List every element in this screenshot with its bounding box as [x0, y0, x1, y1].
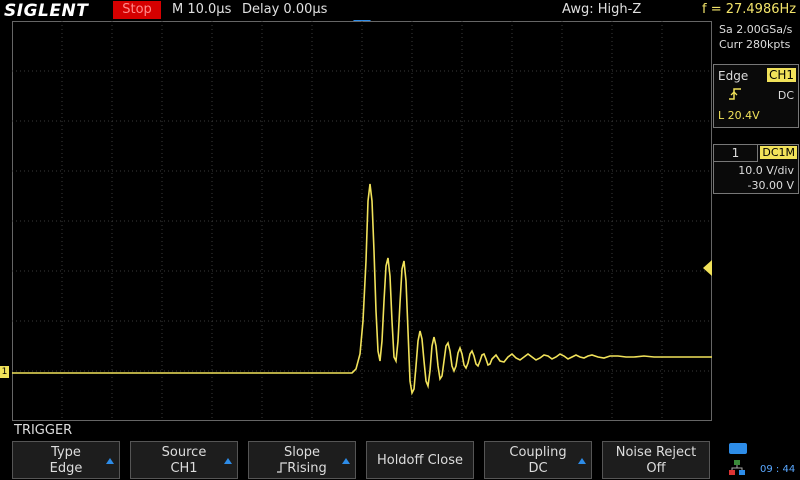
arrow-up-icon [342, 458, 350, 464]
trigger-source-badge: CH1 [766, 68, 796, 82]
channel-offset: -30.00 V [747, 179, 794, 192]
delay-readout[interactable]: Delay 0.00µs [242, 2, 327, 17]
channel1-info-panel[interactable]: 1 DC1M 10.0 V/div -30.00 V [713, 144, 799, 194]
channel-coupling-badge: DC1M [760, 146, 797, 159]
network-icon [729, 460, 745, 475]
menu-title: TRIGGER [14, 423, 73, 438]
awg-impedance-readout: Awg: High-Z [562, 2, 642, 17]
timebase-readout[interactable]: M 10.0µs [172, 2, 231, 17]
arrow-up-icon [106, 458, 114, 464]
rising-edge-icon [277, 462, 288, 473]
channel1-ground-marker-icon[interactable]: 1 [0, 366, 9, 378]
softkey-slope[interactable]: Slope Rising [248, 441, 356, 479]
rising-edge-icon [729, 88, 741, 100]
top-status-bar: SIGLENT Stop M 10.0µs Delay 0.00µs Awg: … [0, 0, 800, 21]
channel-number: 1 [714, 145, 758, 162]
trigger-type-label: Edge [718, 69, 749, 83]
arrow-up-icon [578, 458, 586, 464]
arrow-up-icon [224, 458, 232, 464]
trigger-coupling-label: DC [777, 89, 794, 102]
battery-icon [729, 443, 747, 454]
brand-logo: SIGLENT [4, 1, 89, 21]
frequency-counter: f = 27.4986Hz [702, 2, 797, 17]
trigger-level-marker-icon[interactable] [703, 260, 712, 276]
softkey-type[interactable]: Type Edge [12, 441, 120, 479]
softkey-coupling[interactable]: Coupling DC [484, 441, 592, 479]
acquisition-info: Sa 2.00GSa/s Curr 280kpts [713, 21, 800, 61]
run-stop-indicator[interactable]: Stop [113, 1, 161, 19]
channel-scale: 10.0 V/div [738, 164, 794, 177]
softkey-noise-reject[interactable]: Noise Reject Off [602, 441, 710, 479]
trigger-level-readout: L 20.4V [718, 109, 760, 122]
trigger-info-panel[interactable]: Edge CH1 DC L 20.4V [713, 64, 799, 128]
waveform-display[interactable] [12, 21, 712, 421]
sample-rate: Sa 2.00GSa/s [719, 23, 793, 36]
softkey-holdoff[interactable]: Holdoff Close [366, 441, 474, 479]
memory-depth: Curr 280kpts [719, 38, 791, 51]
softkey-source[interactable]: Source CH1 [130, 441, 238, 479]
clock: 09 : 44 [760, 464, 796, 475]
